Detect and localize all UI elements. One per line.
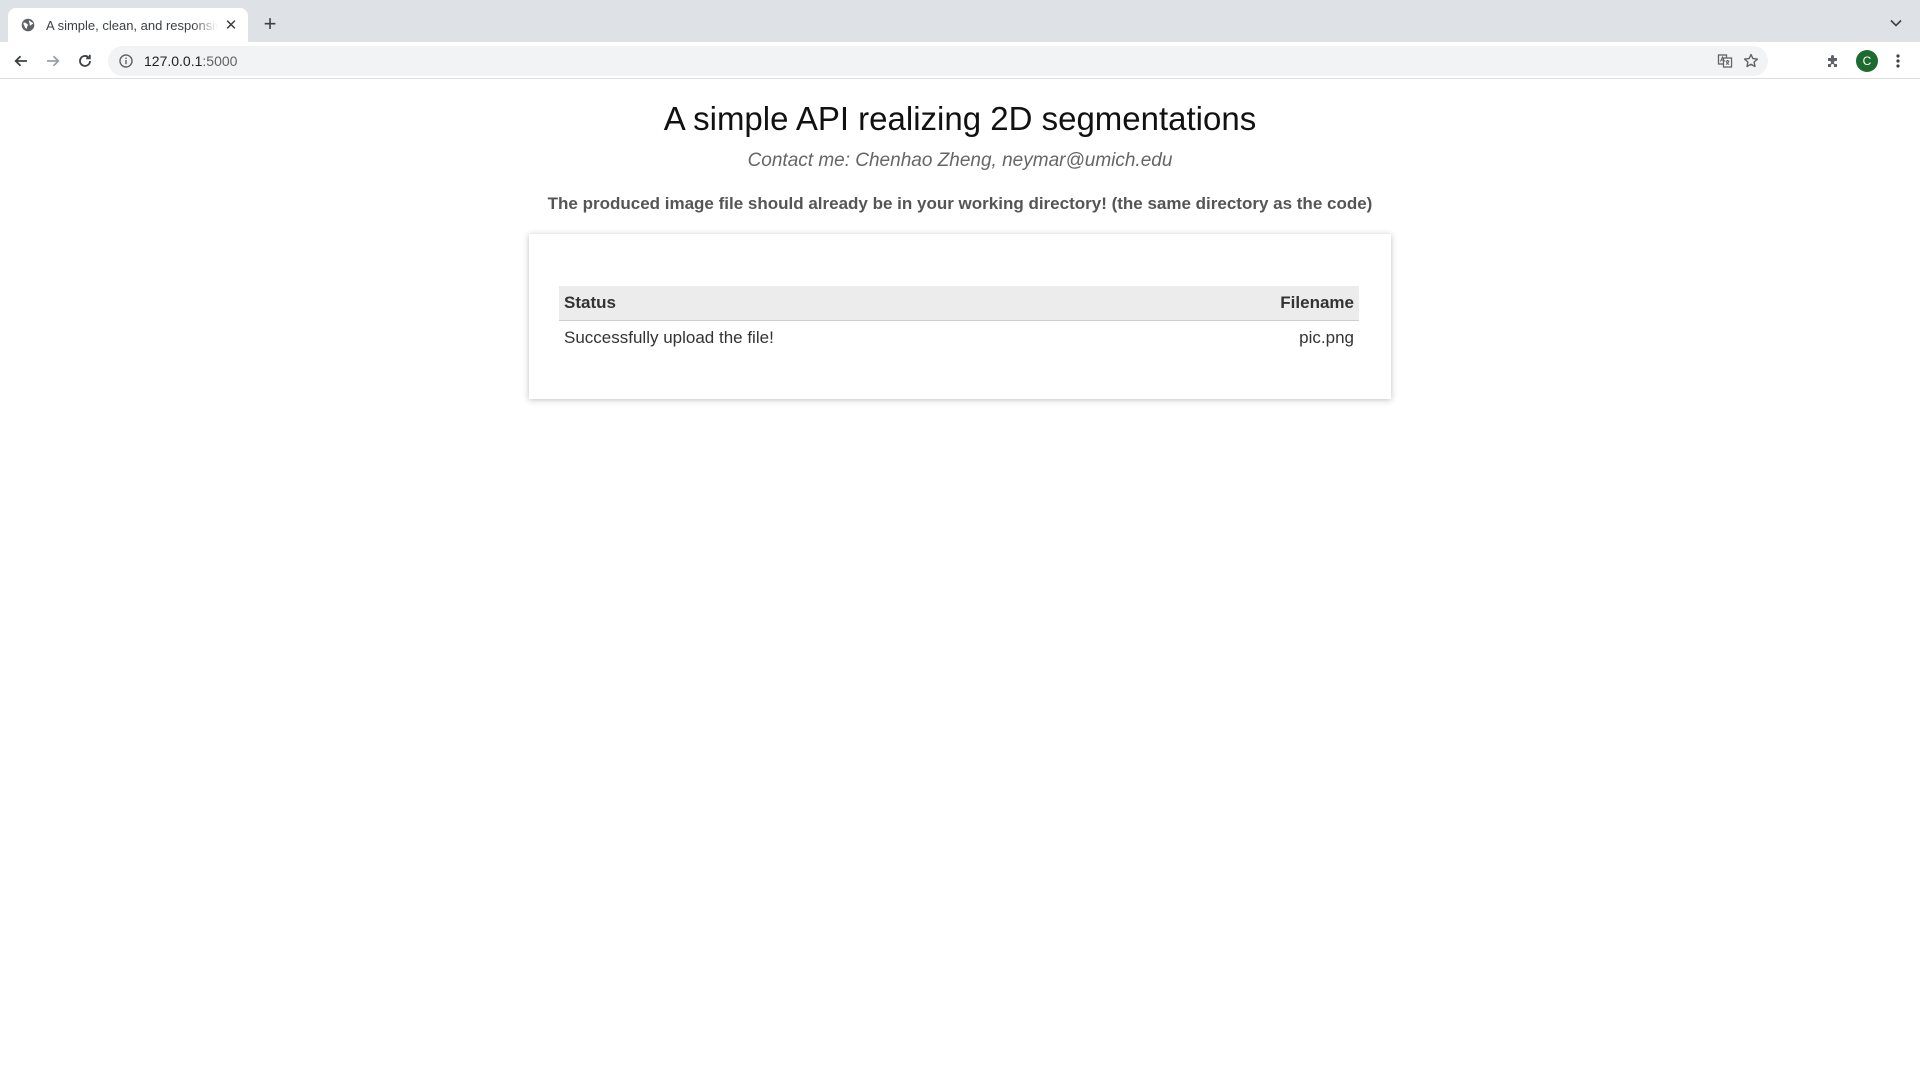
chevron-down-icon[interactable]	[1886, 13, 1906, 33]
column-header-filename: Filename	[1138, 286, 1359, 321]
tab-title: A simple, clean, and responsive	[46, 17, 218, 33]
tab-strip: A simple, clean, and responsive ✕ +	[0, 0, 1920, 42]
filename-cell: pic.png	[1299, 328, 1354, 348]
page-title: A simple API realizing 2D segmentations	[663, 100, 1257, 137]
globe-icon	[20, 17, 36, 33]
plus-icon[interactable]: +	[258, 12, 282, 36]
extensions-puzzle-icon[interactable]	[1820, 48, 1846, 74]
url-port: :5000	[202, 53, 238, 69]
forward-arrow-icon[interactable]	[40, 48, 66, 74]
url-host: 127.0.0.1	[144, 53, 203, 69]
page-content: A simple API realizing 2D segmentations …	[0, 80, 1920, 1080]
result-table: Status Filename Successfully upload the …	[559, 286, 1359, 356]
table-header-row: Status Filename	[559, 286, 1359, 321]
contact-line: Contact me: Chenhao Zheng, neymar@umich.…	[747, 150, 1173, 171]
address-bar[interactable]: 127.0.0.1:5000	[108, 46, 1768, 76]
avatar[interactable]: C	[1856, 50, 1878, 72]
status-cell: Successfully upload the file!	[564, 328, 774, 348]
notice-text: The produced image file should already b…	[547, 194, 1373, 213]
url-text: 127.0.0.1:5000	[144, 53, 237, 69]
back-arrow-icon[interactable]	[8, 48, 34, 74]
table-row: Successfully upload the file! pic.png	[559, 320, 1359, 356]
browser-toolbar: 127.0.0.1:5000 C	[0, 42, 1920, 79]
reload-icon[interactable]	[72, 48, 98, 74]
result-card: Status Filename Successfully upload the …	[529, 234, 1391, 399]
close-icon[interactable]: ✕	[222, 16, 240, 34]
info-icon[interactable]	[118, 53, 134, 69]
star-icon[interactable]	[1738, 46, 1764, 76]
browser-tab[interactable]: A simple, clean, and responsive ✕	[8, 8, 248, 42]
translate-icon[interactable]	[1712, 46, 1738, 76]
more-vert-icon[interactable]	[1885, 48, 1911, 74]
column-header-status: Status	[559, 286, 1139, 321]
